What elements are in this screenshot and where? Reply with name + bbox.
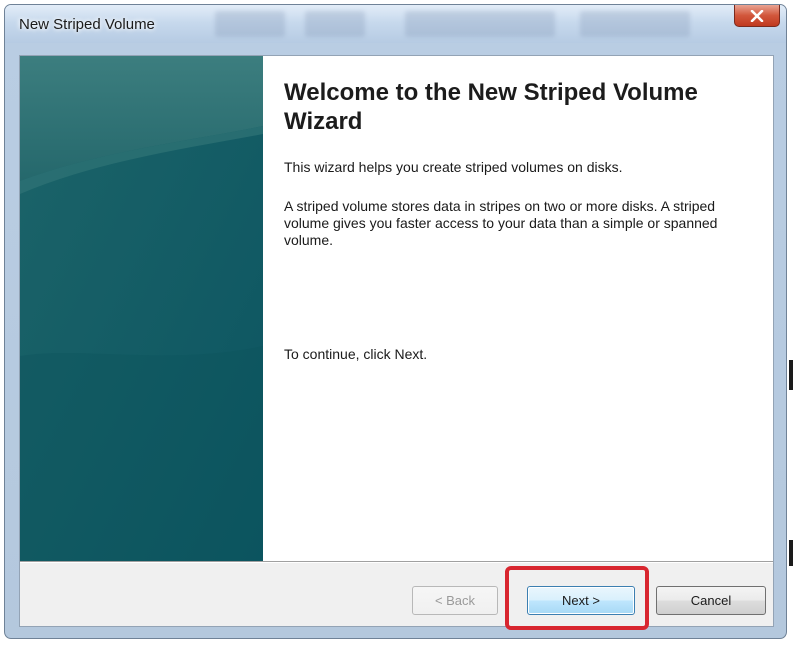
background-blur (405, 11, 555, 37)
close-button[interactable] (734, 5, 780, 27)
background-blur (580, 11, 690, 37)
next-button[interactable]: Next > (527, 586, 635, 615)
title-bar[interactable]: New Striped Volume (5, 5, 786, 43)
cancel-button[interactable]: Cancel (656, 586, 766, 615)
wizard-window: New Striped Volume Welcome to the New St… (4, 4, 787, 639)
wizard-intro-text: This wizard helps you create striped vol… (284, 159, 623, 175)
wizard-content: Welcome to the New Striped Volume Wizard… (263, 56, 773, 561)
background-blur (215, 11, 285, 37)
wizard-description-text: A striped volume stores data in stripes … (284, 198, 718, 248)
close-icon (750, 9, 764, 22)
background-edge (789, 360, 793, 390)
wizard-heading: Welcome to the New Striped Volume Wizard (284, 79, 698, 135)
wizard-client-area: Welcome to the New Striped Volume Wizard… (19, 55, 774, 627)
footer-separator (20, 561, 773, 563)
wizard-continue-text: To continue, click Next. (284, 346, 428, 362)
background-edge (789, 540, 793, 566)
window-title: New Striped Volume (19, 16, 155, 33)
back-button[interactable]: < Back (412, 586, 498, 615)
wizard-banner-image (20, 56, 263, 561)
background-blur (305, 11, 365, 37)
